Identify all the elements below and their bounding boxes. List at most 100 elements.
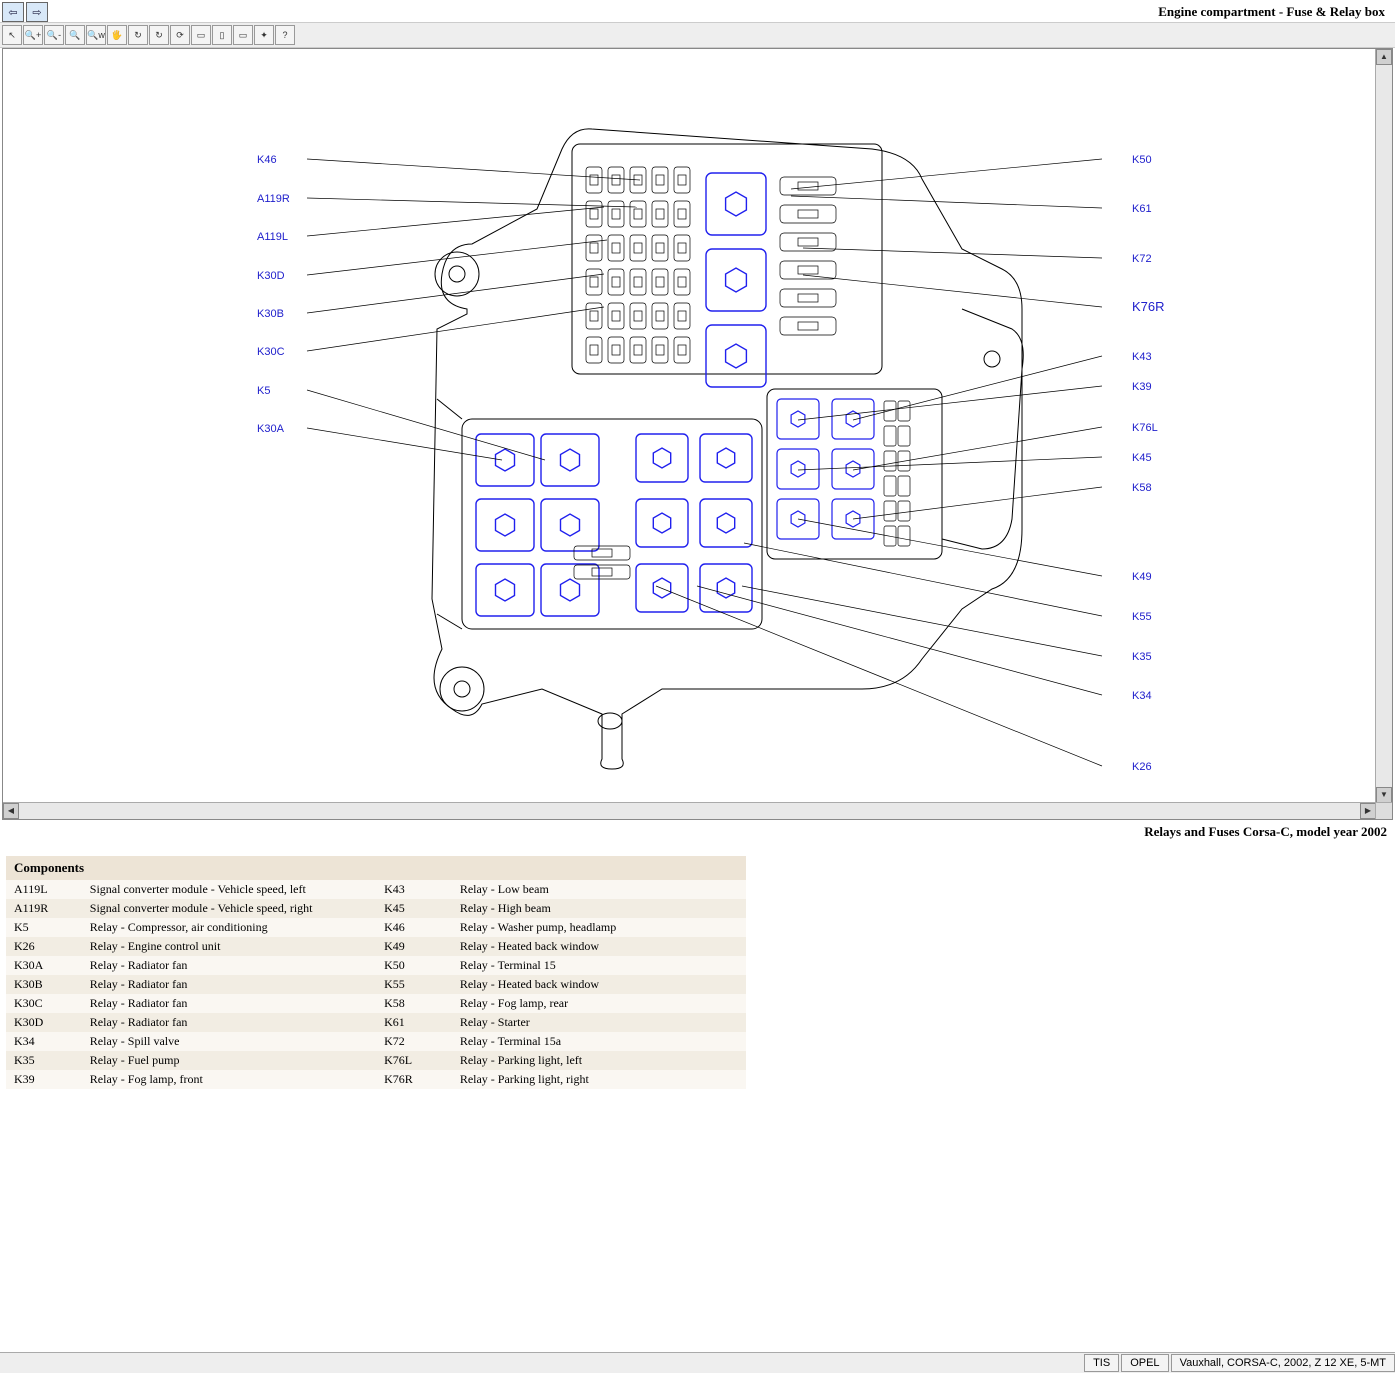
component-code: K30C	[6, 994, 82, 1013]
component-code: K61	[376, 1013, 452, 1032]
component-desc: Relay - Washer pump, headlamp	[452, 918, 746, 937]
svg-text:K30A: K30A	[257, 423, 285, 435]
component-code: K34	[6, 1032, 82, 1051]
svg-text:K76R: K76R	[1132, 299, 1165, 314]
tool-button-2[interactable]: 🔍-	[44, 25, 64, 45]
svg-text:K46: K46	[257, 154, 277, 166]
tool-button-10[interactable]: ▯	[212, 25, 232, 45]
svg-text:K50: K50	[1132, 154, 1152, 166]
scroll-down-icon[interactable]: ▼	[1376, 787, 1392, 803]
toolbar: ↖🔍+🔍-🔍🔍w🖐↻↻⟳▭▯▭✦?	[0, 22, 1395, 48]
component-code: K58	[376, 994, 452, 1013]
component-desc: Relay - Parking light, right	[452, 1070, 746, 1089]
component-code: K30B	[6, 975, 82, 994]
component-desc: Relay - Heated back window	[452, 975, 746, 994]
svg-text:K58: K58	[1132, 482, 1152, 494]
table-row: K35Relay - Fuel pumpK76LRelay - Parking …	[6, 1051, 746, 1070]
component-code: K72	[376, 1032, 452, 1051]
svg-text:K30D: K30D	[257, 270, 285, 282]
svg-text:K30C: K30C	[257, 346, 285, 358]
table-row: A119LSignal converter module - Vehicle s…	[6, 880, 746, 899]
svg-text:A119R: A119R	[257, 193, 290, 205]
svg-text:K34: K34	[1132, 690, 1152, 702]
back-button[interactable]: ⇦	[2, 2, 24, 22]
svg-text:K49: K49	[1132, 571, 1152, 583]
table-row: K30DRelay - Radiator fanK61Relay - Start…	[6, 1013, 746, 1032]
component-code: K30D	[6, 1013, 82, 1032]
scrollbar-corner	[1375, 802, 1392, 819]
component-code: K76R	[376, 1070, 452, 1089]
svg-text:K35: K35	[1132, 651, 1152, 663]
table-row: K30ARelay - Radiator fanK50Relay - Termi…	[6, 956, 746, 975]
component-desc: Relay - Fog lamp, front	[82, 1070, 376, 1089]
tool-button-9[interactable]: ▭	[191, 25, 211, 45]
component-code: K43	[376, 880, 452, 899]
svg-text:K61: K61	[1132, 203, 1152, 215]
component-desc: Relay - Engine control unit	[82, 937, 376, 956]
tool-button-8[interactable]: ⟳	[170, 25, 190, 45]
table-row: K30BRelay - Radiator fanK55Relay - Heate…	[6, 975, 746, 994]
svg-text:K39: K39	[1132, 381, 1152, 393]
table-row: K30CRelay - Radiator fanK58Relay - Fog l…	[6, 994, 746, 1013]
component-desc: Relay - Low beam	[452, 880, 746, 899]
component-code: K5	[6, 918, 82, 937]
component-desc: Relay - Radiator fan	[82, 1013, 376, 1032]
status-model: Vauxhall, CORSA-C, 2002, Z 12 XE, 5-MT	[1171, 1354, 1395, 1372]
svg-text:K72: K72	[1132, 253, 1152, 265]
tool-button-3[interactable]: 🔍	[65, 25, 85, 45]
diagram-canvas[interactable]: K46 A119R A119L K30D K30B K30C K5 K30A K50 K61 K7…	[3, 49, 1376, 803]
tool-button-7[interactable]: ↻	[149, 25, 169, 45]
svg-text:K55: K55	[1132, 611, 1152, 623]
component-code: K45	[376, 899, 452, 918]
component-desc: Signal converter module - Vehicle speed,…	[82, 899, 376, 918]
forward-button[interactable]: ⇨	[26, 2, 48, 22]
components-heading: Components	[6, 856, 746, 880]
page-title: Engine compartment - Fuse & Relay box	[1158, 4, 1389, 20]
scroll-right-icon[interactable]: ▶	[1360, 803, 1376, 819]
tool-button-11[interactable]: ▭	[233, 25, 253, 45]
topbar: ⇦ ⇨ Engine compartment - Fuse & Relay bo…	[0, 0, 1395, 22]
component-desc: Relay - Compressor, air conditioning	[82, 918, 376, 937]
status-make: OPEL	[1121, 1354, 1168, 1372]
component-code: A119R	[6, 899, 82, 918]
svg-text:A119L: A119L	[257, 231, 288, 243]
component-desc: Relay - Radiator fan	[82, 956, 376, 975]
svg-text:K5: K5	[257, 385, 270, 397]
svg-text:K43: K43	[1132, 351, 1152, 363]
component-desc: Relay - Fuel pump	[82, 1051, 376, 1070]
table-row: K39Relay - Fog lamp, frontK76RRelay - Pa…	[6, 1070, 746, 1089]
tool-button-1[interactable]: 🔍+	[23, 25, 43, 45]
component-desc: Signal converter module - Vehicle speed,…	[82, 880, 376, 899]
component-desc: Relay - High beam	[452, 899, 746, 918]
component-code: K35	[6, 1051, 82, 1070]
svg-text:K26: K26	[1132, 761, 1152, 773]
tool-button-6[interactable]: ↻	[128, 25, 148, 45]
component-desc: Relay - Fog lamp, rear	[452, 994, 746, 1013]
component-desc: Relay - Terminal 15	[452, 956, 746, 975]
diagram-caption: Relays and Fuses Corsa-C, model year 200…	[0, 820, 1395, 856]
component-code: K46	[376, 918, 452, 937]
horizontal-scrollbar[interactable]: ◀ ▶	[3, 802, 1376, 819]
component-desc: Relay - Radiator fan	[82, 975, 376, 994]
tool-button-13[interactable]: ?	[275, 25, 295, 45]
component-desc: Relay - Heated back window	[452, 937, 746, 956]
vertical-scrollbar[interactable]: ▲ ▼	[1375, 49, 1392, 803]
component-code: K76L	[376, 1051, 452, 1070]
tool-button-4[interactable]: 🔍w	[86, 25, 106, 45]
component-desc: Relay - Parking light, left	[452, 1051, 746, 1070]
component-desc: Relay - Terminal 15a	[452, 1032, 746, 1051]
component-desc: Relay - Spill valve	[82, 1032, 376, 1051]
scroll-left-icon[interactable]: ◀	[3, 803, 19, 819]
svg-text:K30B: K30B	[257, 308, 284, 320]
scroll-up-icon[interactable]: ▲	[1376, 49, 1392, 65]
svg-text:K45: K45	[1132, 452, 1152, 464]
component-code: K50	[376, 956, 452, 975]
tool-button-0[interactable]: ↖	[2, 25, 22, 45]
table-row: A119RSignal converter module - Vehicle s…	[6, 899, 746, 918]
component-code: A119L	[6, 880, 82, 899]
components-table: Components A119LSignal converter module …	[6, 856, 746, 1089]
component-code: K55	[376, 975, 452, 994]
tool-button-12[interactable]: ✦	[254, 25, 274, 45]
status-tis: TIS	[1084, 1354, 1119, 1372]
tool-button-5[interactable]: 🖐	[107, 25, 127, 45]
